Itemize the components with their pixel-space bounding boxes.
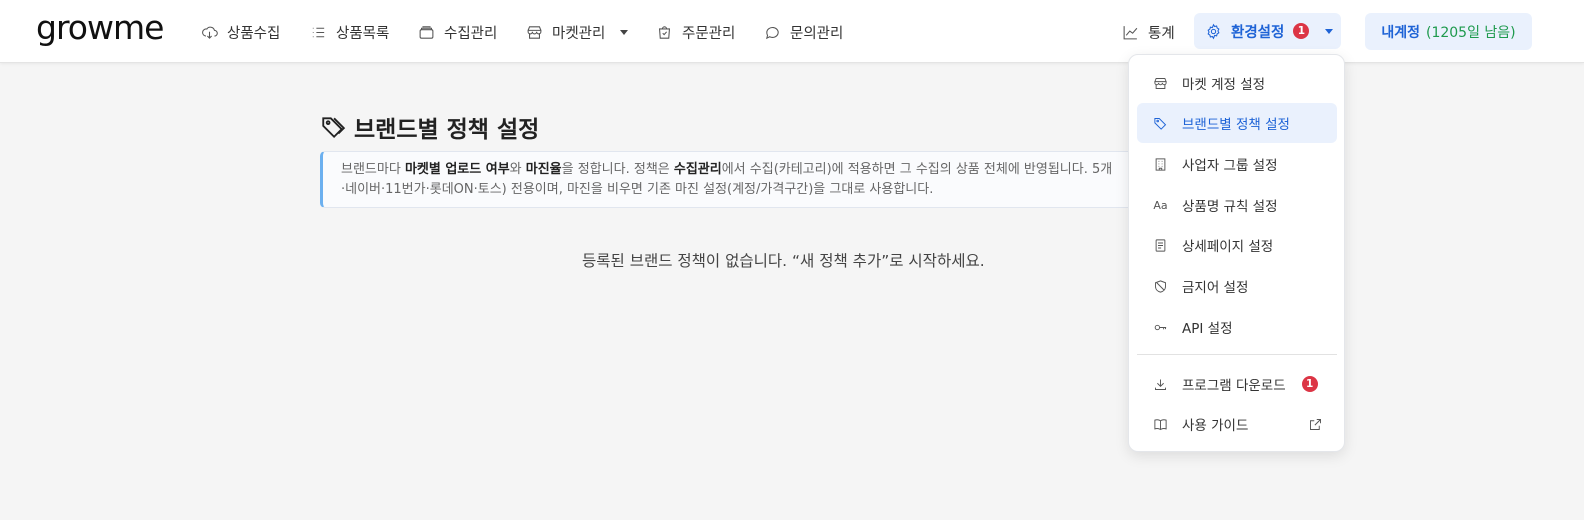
menu-item-label: 브랜드별 정책 설정 — [1182, 117, 1290, 133]
nav-item-collect-manage[interactable]: 수집관리 — [418, 19, 497, 45]
cloud-download-icon — [202, 26, 218, 39]
shield-slash-icon — [1155, 279, 1166, 293]
menu-item-label: 상세페이지 설정 — [1182, 239, 1274, 255]
settings-label: 환경설정 — [1231, 24, 1285, 41]
nav-item-product-collect[interactable]: 상품수집 — [201, 19, 280, 45]
nav-item-label: 수집관리 — [444, 25, 498, 42]
document-icon — [1155, 238, 1166, 252]
top-navbar: growme 상품수집 상품목록 수집관리 마켓관리 주문관리 문의관리 통계 … — [0, 0, 1584, 63]
menu-item-product-name-rule-settings[interactable]: Aa 상품명 규칙 설정 — [1137, 185, 1337, 225]
menu-item-banned-words-settings[interactable]: 금지어 설정 — [1137, 266, 1337, 306]
store-icon — [527, 25, 542, 39]
empty-state-message: 등록된 브랜드 정책이 없습니다. “새 정책 추가”로 시작하세요. — [582, 252, 985, 270]
settings-dropdown-menu: 마켓 계정 설정 브랜드별 정책 설정 사업자 그룹 설정 Aa 상품명 규칙 … — [1128, 54, 1345, 452]
info-text: 을 정합니다. 정책은 — [561, 162, 674, 177]
menu-item-label: API 설정 — [1182, 321, 1233, 337]
menu-item-detail-page-settings[interactable]: 상세페이지 설정 — [1137, 225, 1337, 265]
nav-item-label: 상품수집 — [227, 25, 281, 42]
store-icon — [1154, 77, 1167, 89]
menu-item-user-guide[interactable]: 사용 가이드 — [1137, 404, 1337, 444]
settings-menu-button[interactable]: 환경설정 1 — [1194, 13, 1341, 49]
account-button[interactable]: 내계정 (1205일 남음) — [1365, 13, 1532, 50]
info-line-1: 브랜드마다 마켓별 업로드 여부와 마진율을 정합니다. 정책은 수집관리에서 … — [341, 160, 1149, 180]
key-icon — [1154, 324, 1167, 330]
nav-item-label: 상품목록 — [336, 25, 390, 42]
menu-divider — [1137, 354, 1337, 355]
menu-item-label: 프로그램 다운로드 — [1182, 378, 1286, 394]
chart-line-icon — [1123, 25, 1138, 39]
menu-item-program-download[interactable]: 프로그램 다운로드 1 — [1137, 364, 1337, 404]
page-title-text: 브랜드별 정책 설정 — [354, 117, 540, 143]
settings-notification-badge: 1 — [1293, 23, 1310, 39]
nav-item-stats[interactable]: 통계 — [1122, 19, 1175, 45]
menu-item-brand-policy-settings[interactable]: 브랜드별 정책 설정 — [1137, 103, 1337, 143]
info-bold: 마켓별 업로드 여부 — [404, 162, 510, 177]
account-remaining-days: (1205일 남음) — [1425, 24, 1516, 41]
info-text: 에서 수집(카테고리)에 적용하면 그 수집의 상품 전체에 반영됩니다. 5개 — [721, 162, 1113, 177]
menu-item-label: 상품명 규칙 설정 — [1182, 199, 1278, 215]
nav-item-product-list[interactable]: 상품목록 — [310, 19, 389, 45]
chat-icon — [766, 26, 779, 39]
nav-item-inquiry-manage[interactable]: 문의관리 — [764, 19, 843, 45]
list-icon — [312, 27, 325, 37]
menu-item-label: 마켓 계정 설정 — [1182, 77, 1266, 93]
info-text: 브랜드마다 — [341, 162, 405, 177]
folder-icon — [419, 25, 434, 39]
download-notification-badge: 1 — [1301, 376, 1318, 392]
book-icon — [1154, 418, 1167, 430]
gear-icon — [1207, 23, 1220, 39]
chevron-down-icon — [1325, 28, 1334, 34]
nav-item-order-manage[interactable]: 주문관리 — [656, 19, 735, 45]
menu-item-label: 사업자 그룹 설정 — [1182, 158, 1278, 174]
tag-icon — [322, 117, 346, 139]
info-line-2: ·네이버·11번가·롯데ON·토스) 전용이며, 마진을 비우면 기존 마진 설… — [341, 182, 934, 197]
font-size-icon: Aa — [1153, 198, 1168, 212]
menu-item-label: 사용 가이드 — [1182, 418, 1249, 434]
page-title: 브랜드별 정책 설정 — [320, 110, 539, 144]
nav-item-label: 주문관리 — [682, 25, 736, 42]
tag-icon — [1154, 117, 1167, 130]
nav-item-market-manage[interactable]: 마켓관리 — [526, 19, 629, 45]
nav-item-label: 마켓관리 — [552, 25, 606, 42]
info-text: 와 — [509, 162, 526, 177]
chevron-down-icon — [620, 29, 629, 35]
menu-item-market-account-settings[interactable]: 마켓 계정 설정 — [1137, 63, 1337, 103]
external-link-icon — [1310, 419, 1321, 430]
shopping-bag-icon — [658, 25, 671, 39]
menu-item-label: 금지어 설정 — [1182, 280, 1249, 296]
menu-item-business-group-settings[interactable]: 사업자 그룹 설정 — [1137, 144, 1337, 184]
download-icon — [1155, 379, 1166, 390]
info-bold: 수집관리 — [673, 162, 722, 177]
info-bold: 마진율 — [525, 162, 562, 177]
menu-item-api-settings[interactable]: API 설정 — [1137, 307, 1337, 347]
growme-logo[interactable]: growme — [36, 8, 164, 47]
nav-item-label: 문의관리 — [790, 25, 844, 42]
building-icon — [1155, 157, 1166, 171]
policy-info-box: 브랜드마다 마켓별 업로드 여부와 마진율을 정합니다. 정책은 수집관리에서 … — [320, 151, 1150, 208]
account-label: 내계정 — [1381, 24, 1420, 41]
nav-item-label: 통계 — [1148, 25, 1175, 42]
